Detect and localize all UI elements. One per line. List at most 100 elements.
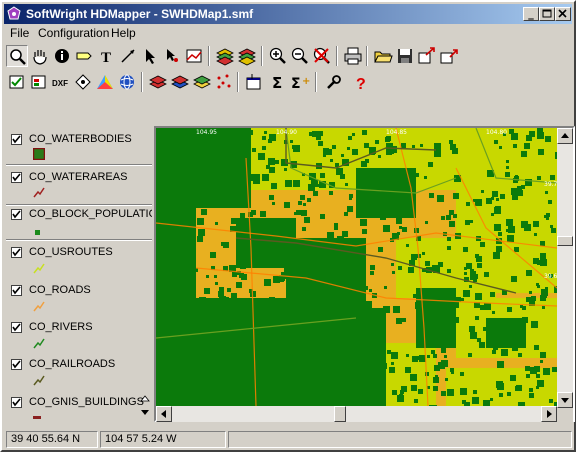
- edit-point-button[interactable]: [161, 45, 183, 67]
- checkmark-icon: [12, 248, 21, 257]
- layer-checkbox[interactable]: [11, 359, 22, 370]
- toolbar-main: T: [4, 43, 572, 69]
- settings-button[interactable]: [322, 71, 344, 93]
- dxf-import-button[interactable]: DXF: [50, 71, 72, 93]
- measure-tool-button[interactable]: [117, 45, 139, 67]
- population-block: [194, 387, 198, 391]
- points-button[interactable]: [213, 71, 235, 93]
- population-block: [311, 180, 318, 187]
- population-block: [546, 217, 549, 220]
- help-button[interactable]: ?: [350, 71, 372, 93]
- scroll-down-button[interactable]: [557, 392, 573, 408]
- text-t-icon: T: [101, 50, 111, 66]
- symbol-button[interactable]: [72, 71, 94, 93]
- population-block: [267, 226, 272, 231]
- population-block: [222, 317, 226, 321]
- zoom-tool-button[interactable]: [6, 45, 28, 67]
- population-block: [484, 303, 491, 310]
- zoom-in-button[interactable]: [267, 45, 289, 67]
- color-palette-button[interactable]: [94, 71, 116, 93]
- population-block: [346, 272, 350, 276]
- population-block: [506, 160, 509, 163]
- population-block: [431, 350, 435, 354]
- population-block: [444, 355, 447, 358]
- population-block: [304, 217, 310, 223]
- population-block: [336, 168, 343, 175]
- zoom-out-button[interactable]: [289, 45, 311, 67]
- layers-down-button[interactable]: [236, 45, 258, 67]
- layer-checkbox[interactable]: [11, 209, 22, 220]
- layer-checkbox[interactable]: [11, 134, 22, 145]
- title-bar[interactable]: SoftWright HDMapper - SWHDMap1.smf _: [4, 4, 572, 24]
- menu-file[interactable]: File: [10, 26, 29, 40]
- layer-checkbox[interactable]: [11, 172, 22, 183]
- check-layers-button[interactable]: [6, 71, 28, 93]
- population-block: [538, 149, 544, 155]
- layers-up-button[interactable]: [214, 45, 236, 67]
- population-block: [492, 311, 495, 314]
- area-tool-button[interactable]: [183, 45, 205, 67]
- vertical-scrollbar[interactable]: [557, 128, 573, 408]
- layer-properties-button[interactable]: [28, 71, 50, 93]
- population-block: [216, 307, 221, 312]
- window-button[interactable]: [243, 71, 265, 93]
- import-button[interactable]: [438, 45, 460, 67]
- text-tool-button[interactable]: T: [95, 45, 117, 67]
- population-block: [399, 226, 402, 229]
- population-block: [412, 189, 415, 192]
- layer-checkbox[interactable]: [11, 397, 22, 408]
- population-block: [233, 363, 238, 368]
- layer-color-button[interactable]: [169, 71, 191, 93]
- zoom-full-button[interactable]: [311, 45, 333, 67]
- horizontal-scrollbar[interactable]: [156, 406, 557, 422]
- sum-plus-button[interactable]: Σ +: [289, 71, 311, 93]
- globe-button[interactable]: [116, 71, 138, 93]
- maximize-button[interactable]: [539, 7, 555, 21]
- legend-scroll-arrows-icon[interactable]: [140, 395, 150, 417]
- population-block: [512, 345, 518, 351]
- horizontal-scroll-thumb[interactable]: [334, 406, 346, 422]
- layer-checkbox[interactable]: [11, 285, 22, 296]
- population-block: [453, 302, 459, 308]
- select-tool-button[interactable]: [139, 45, 161, 67]
- vertical-scroll-thumb[interactable]: [557, 236, 573, 246]
- close-button[interactable]: [555, 7, 571, 21]
- open-button[interactable]: [372, 45, 394, 67]
- menu-help[interactable]: Help: [111, 26, 136, 40]
- population-block: [245, 366, 252, 373]
- population-block: [495, 206, 501, 212]
- sum-button[interactable]: Σ: [267, 71, 289, 93]
- menu-configuration[interactable]: Configuration: [38, 26, 109, 40]
- population-block: [262, 146, 266, 150]
- label-tool-button[interactable]: [73, 45, 95, 67]
- add-layer-button[interactable]: [147, 71, 169, 93]
- scroll-left-button[interactable]: [156, 406, 172, 422]
- sigma-icon: Σ: [272, 74, 282, 92]
- population-block: [364, 286, 368, 290]
- export-button[interactable]: [416, 45, 438, 67]
- scroll-up-button[interactable]: [557, 128, 573, 144]
- population-block: [293, 145, 300, 152]
- population-block: [268, 158, 275, 165]
- population-block: [452, 148, 458, 154]
- population-block: [499, 146, 502, 149]
- population-block: [347, 147, 350, 150]
- map-canvas[interactable]: 104.95 104.90 104.85 104.80 39.70 39.65: [156, 128, 557, 406]
- layer-folder-button[interactable]: [191, 71, 213, 93]
- population-block: [537, 132, 544, 139]
- population-block: [441, 216, 445, 220]
- population-block: [392, 390, 397, 395]
- info-tool-button[interactable]: [51, 45, 73, 67]
- scroll-right-button[interactable]: [541, 406, 557, 422]
- population-block: [189, 283, 194, 288]
- population-block: [540, 241, 545, 246]
- pan-tool-button[interactable]: [29, 45, 51, 67]
- population-block: [232, 150, 238, 156]
- population-block: [352, 149, 358, 155]
- save-button[interactable]: [394, 45, 416, 67]
- print-button[interactable]: [342, 45, 364, 67]
- population-block: [156, 276, 162, 282]
- layer-checkbox[interactable]: [11, 247, 22, 258]
- layer-checkbox[interactable]: [11, 322, 22, 333]
- minimize-button[interactable]: _: [523, 7, 539, 21]
